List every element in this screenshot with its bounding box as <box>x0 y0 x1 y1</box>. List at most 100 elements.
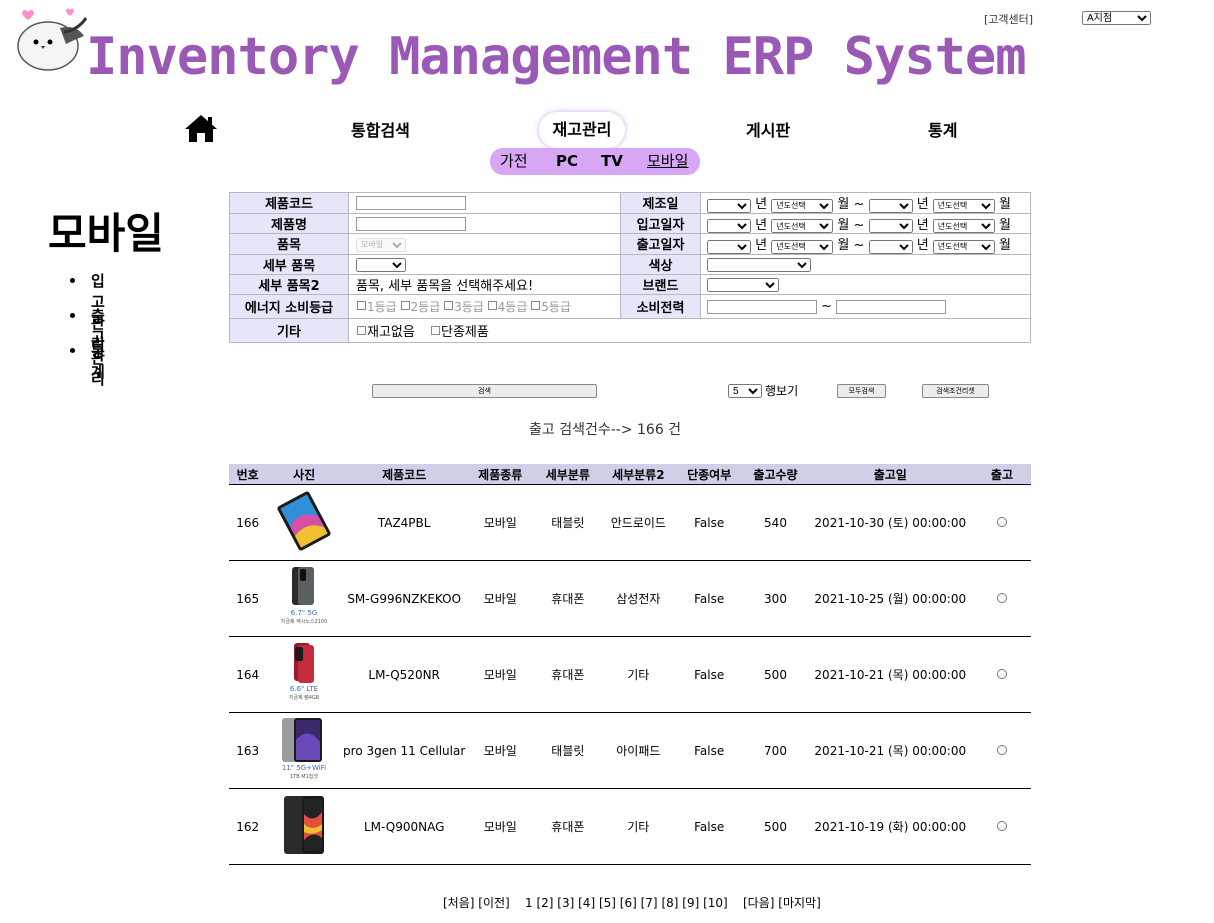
product-code-input[interactable] <box>356 196 466 211</box>
grade1-checkbox[interactable] <box>357 300 366 310</box>
cell-discontinued: False <box>675 636 744 713</box>
pager-page[interactable]: [4] <box>578 896 595 910</box>
table-row: 162 LM-Q900NAG 모바일 휴대폰 기타 False 500 2021… <box>229 788 1031 865</box>
cell-photo: 11" 5G+WiFi 1TB M1칩셋 <box>266 712 342 789</box>
grade3-label: 3등급 <box>454 299 484 314</box>
out-radio[interactable] <box>996 744 1007 755</box>
in-date-range: 년 년도선택 월 ~ 년 년도선택 월 <box>700 212 1031 234</box>
out-radio[interactable] <box>996 820 1007 831</box>
branch-select[interactable]: A지점 <box>1082 11 1151 25</box>
out-radio[interactable] <box>996 516 1007 527</box>
ipad-image: 11" 5G+WiFi 1TB M1칩셋 <box>282 718 326 780</box>
grade5-checkbox[interactable] <box>531 300 541 310</box>
grade3-checkbox[interactable] <box>444 300 454 310</box>
month-label: 월 <box>837 238 850 253</box>
label-etc: 기타 <box>229 317 349 343</box>
out-of-stock-checkbox[interactable] <box>357 325 366 335</box>
power-max-input[interactable] <box>836 299 947 314</box>
mfg-year-from[interactable] <box>707 198 751 213</box>
in-year-to[interactable] <box>868 219 913 233</box>
cell-qty: 300 <box>743 560 808 637</box>
table-header-row: 번호 사진 제품코드 제품종류 세부분류 세부분류2 단종여부 출고수량 출고일… <box>229 464 1031 485</box>
subcategory-select[interactable] <box>356 257 406 272</box>
cell-code: LM-Q520NR <box>341 636 467 713</box>
cell-qty: 700 <box>743 712 808 789</box>
pager-page[interactable]: [5] <box>599 896 616 910</box>
out-year-to[interactable] <box>868 239 913 254</box>
pager-last[interactable]: [마지막] <box>778 896 820 910</box>
cell-qty: 500 <box>743 636 808 713</box>
pager-page[interactable]: [8] <box>661 896 678 910</box>
table-row: 165 6.7" 5G 지금제 엑시노스2100 SM-G996NZKEKOO … <box>229 560 1031 637</box>
pager-page[interactable]: [3] <box>557 896 574 910</box>
results-table: 번호 사진 제품코드 제품종류 세부분류 세부분류2 단종여부 출고수량 출고일… <box>229 464 1031 865</box>
power-min-input[interactable] <box>707 299 817 314</box>
product-name-input[interactable] <box>356 216 466 231</box>
tilde: ~ <box>853 197 865 212</box>
pager-page[interactable]: [6] <box>620 896 637 910</box>
label-category: 품목 <box>229 233 349 255</box>
side-title: 모바일 <box>48 209 164 258</box>
mfg-year-to[interactable] <box>868 198 913 213</box>
pager-first[interactable]: [처음] <box>443 896 474 910</box>
photo-caption: 지금제 엑시노스2100 <box>281 618 328 625</box>
in-month-to[interactable]: 년도선택 <box>932 219 995 233</box>
mfg-month-to[interactable]: 년도선택 <box>932 198 995 213</box>
subnav-mobile[interactable]: 모바일 <box>647 148 688 175</box>
out-radio[interactable] <box>996 592 1007 603</box>
cell-no: 163 <box>229 712 267 789</box>
phone-image <box>284 796 325 854</box>
out-month-from[interactable]: 년도선택 <box>771 239 834 254</box>
nav-inventory[interactable]: 재고관리 <box>539 112 625 148</box>
pager-page[interactable]: [2] <box>536 896 553 910</box>
pager-page[interactable]: [10] <box>703 896 728 910</box>
pager-next[interactable]: [다음] <box>743 896 774 910</box>
nav-stats[interactable]: 통계 <box>928 118 957 144</box>
customer-center-link[interactable]: [고객센터] <box>984 11 1033 27</box>
discontinued-checkbox[interactable] <box>430 325 440 335</box>
cell-sub2: 안드로이드 <box>601 484 675 561</box>
subnav-tv[interactable]: TV <box>601 148 623 175</box>
cell-out <box>972 560 1031 637</box>
label-product-name: 제품명 <box>229 212 349 234</box>
cell-date: 2021-10-19 (화) 00:00:00 <box>807 788 973 865</box>
year-label: 년 <box>755 238 768 253</box>
out-radio[interactable] <box>996 668 1007 679</box>
pager-page[interactable]: [7] <box>641 896 658 910</box>
subnav-pc[interactable]: PC <box>556 148 578 175</box>
cell-out <box>972 712 1031 789</box>
brand-select[interactable] <box>707 277 779 292</box>
col-header-date: 출고일 <box>807 464 973 485</box>
color-select[interactable] <box>707 257 811 272</box>
discontinued-label: 단종제품 <box>440 324 489 340</box>
nav-integrated-search[interactable]: 통합검색 <box>351 118 410 144</box>
grade4-checkbox[interactable] <box>487 300 497 310</box>
cell-date: 2021-10-25 (월) 00:00:00 <box>807 560 973 637</box>
year-label: 년 <box>916 217 929 233</box>
category-select[interactable]: 모바일 <box>356 237 406 252</box>
mfg-month-from[interactable]: 년도선택 <box>771 198 834 213</box>
grade2-checkbox[interactable] <box>400 300 410 310</box>
cell-type: 모바일 <box>466 788 535 865</box>
label-subcategory: 세부 품목 <box>229 253 349 275</box>
pager-prev[interactable]: [이전] <box>478 896 509 910</box>
subnav-appliance[interactable]: 가전 <box>500 148 528 175</box>
label-subcategory2: 세부 품목2 <box>229 273 349 295</box>
pager-page[interactable]: [9] <box>682 896 699 910</box>
in-month-from[interactable]: 년도선택 <box>771 219 834 233</box>
table-row: 164 6.6" LTE 지금제 램4GB LM-Q520NR 모바일 휴대폰 … <box>229 636 1031 713</box>
search-button[interactable]: 검색 <box>372 384 597 398</box>
cell-photo <box>266 484 342 561</box>
cell-no: 165 <box>229 560 267 637</box>
cell-no: 164 <box>229 636 267 713</box>
label-energy-grade: 에너지 소비등급 <box>229 293 349 319</box>
nav-board[interactable]: 게시판 <box>746 118 790 144</box>
search-all-button[interactable]: 모두검색 <box>837 384 886 398</box>
reset-conditions-button[interactable]: 검색조건리셋 <box>922 384 989 398</box>
out-year-from[interactable] <box>707 239 751 254</box>
side-item-label[interactable]: 통계 <box>91 340 105 382</box>
rows-per-page-select[interactable]: 5 <box>728 384 762 398</box>
out-month-to[interactable]: 년도선택 <box>932 239 995 254</box>
in-year-from[interactable] <box>707 219 751 233</box>
home-icon[interactable] <box>183 113 219 143</box>
